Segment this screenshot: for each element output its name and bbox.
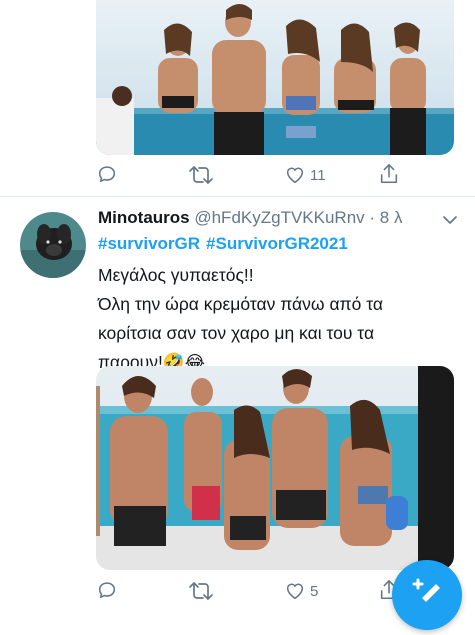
hashtag-line: #survivorGR #SurvivorGR2021 bbox=[98, 234, 354, 254]
previous-tweet-media[interactable] bbox=[96, 0, 454, 155]
beach-group-photo bbox=[96, 0, 454, 155]
compose-icon bbox=[412, 578, 440, 602]
chevron-down-icon bbox=[443, 216, 457, 224]
avatar[interactable] bbox=[20, 212, 86, 278]
tweet-media[interactable] bbox=[96, 366, 454, 570]
tweet-text-line: Μεγάλος γυπαετός!! bbox=[98, 265, 254, 285]
retweet-icon bbox=[189, 582, 213, 600]
meta-separator: · bbox=[364, 208, 380, 227]
like-action[interactable]: 5 bbox=[284, 580, 318, 602]
retweet-action[interactable] bbox=[188, 580, 218, 602]
retweet-icon bbox=[189, 166, 213, 184]
reply-icon bbox=[98, 166, 116, 183]
reply-action[interactable] bbox=[96, 579, 122, 601]
dog-avatar-image bbox=[20, 212, 86, 278]
tweet-menu-button[interactable] bbox=[442, 213, 458, 231]
tweet-text-line: Όλη την ώρα κρεμόταν πάνω από τα bbox=[98, 294, 384, 314]
like-icon bbox=[286, 583, 304, 600]
tweet-time[interactable]: 8 λ bbox=[380, 208, 403, 227]
prev-like-action[interactable]: 11 bbox=[284, 164, 326, 186]
share-icon bbox=[380, 164, 398, 184]
tweet-text-line: κορίτσια σαν τον χαρο μη και του τα bbox=[98, 323, 375, 343]
tweet-divider bbox=[0, 196, 475, 197]
like-icon bbox=[286, 167, 304, 184]
reply-icon bbox=[98, 582, 116, 599]
display-name[interactable]: Minotauros bbox=[98, 208, 190, 227]
prev-share-action[interactable] bbox=[378, 162, 400, 186]
boat-group-photo bbox=[96, 366, 454, 570]
like-count: 5 bbox=[310, 582, 319, 600]
user-handle[interactable]: @hFdKyZgTVKKuRnv bbox=[194, 208, 364, 227]
prev-retweet-action[interactable] bbox=[188, 164, 218, 186]
prev-like-count: 11 bbox=[310, 166, 326, 184]
hashtag-link[interactable]: #survivorGR bbox=[98, 234, 200, 253]
tweet-text: Μεγάλος γυπαετός!! Όλη την ώρα κρεμόταν … bbox=[98, 261, 458, 377]
prev-reply-action[interactable] bbox=[96, 163, 122, 185]
tweet-header: Minotauros @hFdKyZgTVKKuRnv · 8 λ bbox=[98, 208, 468, 228]
hashtag-link[interactable]: #SurvivorGR2021 bbox=[206, 234, 348, 253]
compose-tweet-button[interactable] bbox=[392, 560, 462, 630]
